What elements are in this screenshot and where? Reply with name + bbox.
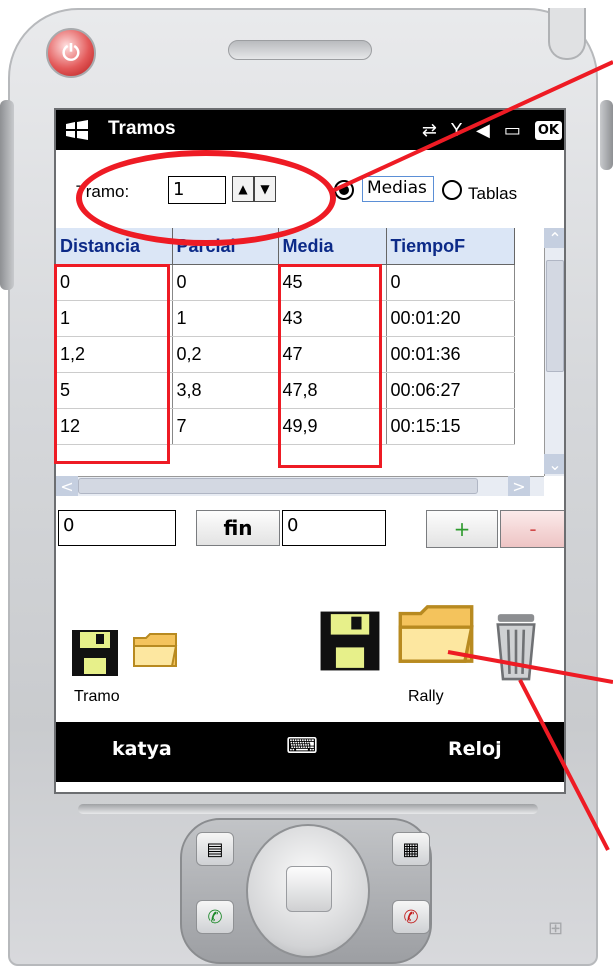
volume-muted-icon[interactable]: ◀ [476, 120, 490, 141]
trash-icon[interactable] [490, 606, 542, 682]
softkey-left[interactable]: katya [112, 738, 172, 760]
action-button[interactable] [286, 866, 332, 912]
annotation-box-media [278, 264, 382, 468]
signal-icon[interactable]: Y [451, 120, 462, 141]
media-input[interactable]: 0 [282, 510, 386, 546]
power-button[interactable]: ⏻ [46, 28, 96, 78]
save-rally-icon[interactable] [318, 608, 382, 674]
stylus-slot [548, 8, 586, 60]
table-cell[interactable]: 1 [172, 300, 279, 337]
table-cell[interactable]: 3,8 [172, 372, 279, 409]
vertical-scroll-thumb[interactable] [546, 260, 564, 372]
battery-icon[interactable]: ▭ [504, 120, 521, 141]
title-bar: Tramos ⇄ Y ◀ ▭ OK [56, 110, 564, 150]
power-icon: ⏻ [62, 40, 80, 66]
end-call-icon: ✆ [403, 906, 419, 928]
add-button[interactable]: + [426, 510, 498, 548]
radio-tablas[interactable] [442, 180, 462, 200]
table-cell[interactable]: 0,2 [172, 336, 279, 373]
radio-medias[interactable] [334, 180, 354, 200]
window-title: Tramos [108, 118, 176, 139]
column-header-tiempof[interactable]: TiempoF [386, 228, 515, 265]
speaker-grille [228, 40, 372, 60]
scroll-up-icon[interactable]: ⌃ [544, 228, 564, 248]
scroll-down-icon[interactable]: ⌄ [544, 454, 564, 474]
horizontal-scroll-thumb[interactable] [78, 478, 478, 494]
save-tramo-icon[interactable] [70, 628, 120, 678]
scroll-left-icon[interactable]: < [56, 476, 78, 496]
tablas-label[interactable]: Tablas [468, 184, 517, 204]
call-button[interactable]: ✆ [196, 900, 234, 934]
table-cell[interactable]: 7 [172, 408, 279, 445]
table-cell[interactable]: 00:01:36 [386, 336, 515, 373]
end-call-button[interactable]: ✆ [392, 900, 430, 934]
contacts-icon: ▤ [206, 838, 224, 860]
scroll-right-icon[interactable]: > [508, 476, 530, 496]
system-tray: ⇄ Y ◀ ▭ OK [422, 116, 562, 144]
tramo-file-label: Tramo [74, 688, 120, 705]
side-button-right[interactable] [600, 100, 613, 170]
contacts-button[interactable]: ▤ [196, 832, 234, 866]
table-cell[interactable]: 00:01:20 [386, 300, 515, 337]
side-button-left[interactable] [0, 100, 14, 290]
calendar-icon: ▦ [402, 838, 420, 860]
calendar-button[interactable]: ▦ [392, 832, 430, 866]
ok-button[interactable]: OK [534, 120, 562, 140]
table-cell[interactable]: 0 [172, 264, 279, 301]
table-cell[interactable]: 00:15:15 [386, 408, 515, 445]
column-header-media[interactable]: Media [278, 228, 387, 265]
distance-input[interactable]: 0 [58, 510, 176, 546]
keyboard-icon[interactable]: ⌨ [286, 734, 318, 759]
fin-button[interactable]: fin [196, 510, 280, 546]
windows-logo-icon: ⊞ [548, 918, 564, 939]
softkey-bar: katya ⌨ Reloj [56, 722, 564, 782]
open-tramo-folder-icon[interactable] [132, 630, 178, 670]
table-cell[interactable]: 0 [386, 264, 515, 301]
call-icon: ✆ [207, 906, 223, 928]
open-rally-folder-icon[interactable] [396, 600, 476, 668]
annotation-box-distancia [54, 264, 170, 464]
rally-file-label: Rally [408, 688, 444, 705]
connectivity-icon[interactable]: ⇄ [422, 120, 437, 141]
medias-label[interactable]: Medias [362, 176, 434, 202]
remove-button[interactable]: - [500, 510, 564, 548]
annotation-ellipse [76, 150, 336, 246]
softkey-right[interactable]: Reloj [448, 738, 502, 760]
table-cell[interactable]: 00:06:27 [386, 372, 515, 409]
windows-logo-icon [66, 120, 88, 140]
device-slider [78, 804, 538, 814]
